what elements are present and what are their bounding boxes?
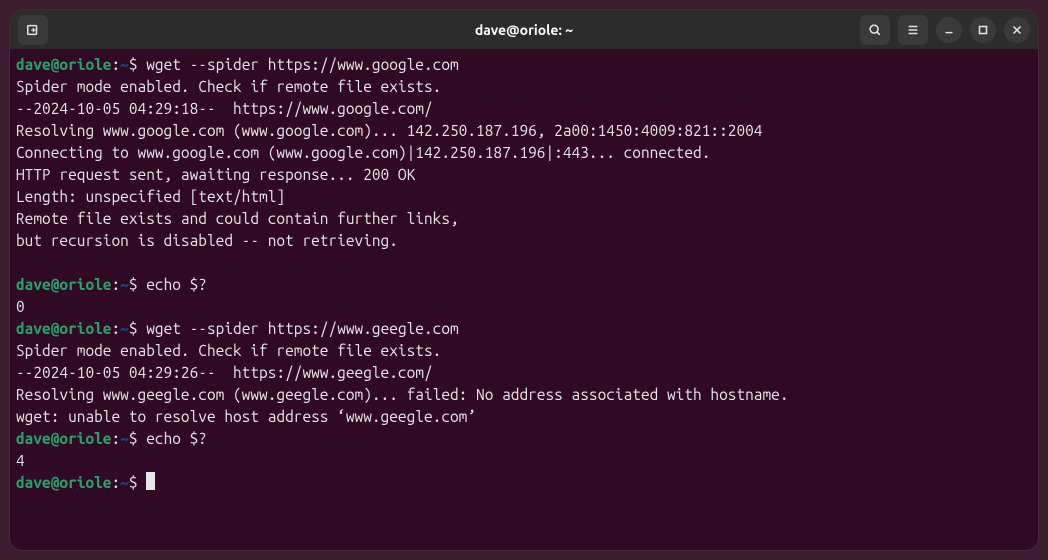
prompt-colon: : [111, 276, 120, 293]
output-line: wget: unable to resolve host address ‘ww… [16, 408, 476, 425]
new-tab-button[interactable] [18, 15, 48, 45]
output-line: but recursion is disabled -- not retriev… [16, 232, 398, 249]
cmd-text: echo $? [138, 276, 207, 293]
prompt-path: ~ [120, 320, 129, 337]
output-line: Resolving www.google.com (www.google.com… [16, 122, 762, 139]
prompt-colon: : [111, 320, 120, 337]
output-line: 4 [16, 452, 25, 469]
output-line: --2024-10-05 04:29:18-- https://www.goog… [16, 100, 433, 117]
prompt-user: dave@oriole [16, 56, 111, 73]
prompt-path: ~ [120, 56, 129, 73]
output-line: --2024-10-05 04:29:26-- https://www.geeg… [16, 364, 433, 381]
output-line: Resolving www.geegle.com (www.geegle.com… [16, 386, 789, 403]
prompt-dollar: $ [129, 474, 138, 491]
prompt-dollar: $ [129, 276, 138, 293]
output-line: Spider mode enabled. Check if remote fil… [16, 342, 441, 359]
hamburger-menu-button[interactable] [898, 15, 928, 45]
cmd-text: echo $? [138, 430, 207, 447]
prompt-dollar: $ [129, 320, 138, 337]
maximize-button[interactable] [970, 17, 996, 43]
prompt-user: dave@oriole [16, 430, 111, 447]
close-button[interactable] [1004, 17, 1030, 43]
cmd-text: wget --spider https://www.google.com [138, 56, 459, 73]
output-line: Connecting to www.google.com (www.google… [16, 144, 710, 161]
output-line: 0 [16, 298, 25, 315]
window-title: dave@oriole: ~ [475, 22, 573, 38]
prompt-user: dave@oriole [16, 320, 111, 337]
output-line: Remote file exists and could contain fur… [16, 210, 459, 227]
prompt-path: ~ [120, 430, 129, 447]
cmd-text [138, 474, 147, 491]
prompt-colon: : [111, 474, 120, 491]
prompt-path: ~ [120, 474, 129, 491]
prompt-user: dave@oriole [16, 474, 111, 491]
output-line: Spider mode enabled. Check if remote fil… [16, 78, 441, 95]
prompt-dollar: $ [129, 56, 138, 73]
output-line: HTTP request sent, awaiting response... … [16, 166, 415, 183]
prompt-colon: : [111, 56, 120, 73]
prompt-dollar: $ [129, 430, 138, 447]
output-line: Length: unspecified [text/html] [16, 188, 285, 205]
cmd-text: wget --spider https://www.geegle.com [138, 320, 459, 337]
titlebar: dave@oriole: ~ [10, 10, 1038, 50]
search-button[interactable] [860, 15, 890, 45]
minimize-button[interactable] [936, 17, 962, 43]
cursor [146, 472, 155, 490]
terminal-window: dave@oriole: ~ dave@oriole:~$ wget --spi… [10, 10, 1038, 550]
prompt-path: ~ [120, 276, 129, 293]
prompt-user: dave@oriole [16, 276, 111, 293]
terminal-output[interactable]: dave@oriole:~$ wget --spider https://www… [10, 50, 1038, 550]
prompt-colon: : [111, 430, 120, 447]
